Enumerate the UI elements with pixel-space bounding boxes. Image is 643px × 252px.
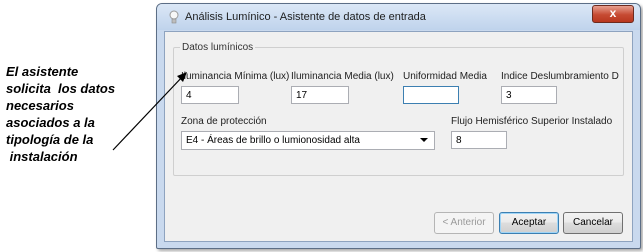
annotation-line: necesarios: [6, 98, 74, 113]
zona-proteccion-label: Zona de protección: [181, 116, 267, 127]
annotation-line: tipología de la: [6, 132, 94, 147]
iluminancia-minima-label: Iluminancia Mínima (lux): [181, 71, 290, 82]
annotation-line: instalación: [6, 149, 78, 164]
wizard-window: Análisis Lumínico - Asistente de datos d…: [156, 3, 641, 249]
uniformidad-media-label: Uniformidad Media: [403, 71, 487, 82]
annotation-line: El asistente: [6, 64, 79, 79]
lightbulb-icon: [169, 10, 179, 24]
uniformidad-media-input[interactable]: [403, 86, 459, 104]
iluminancia-minima-input[interactable]: 4: [181, 86, 239, 104]
anterior-button[interactable]: < Anterior: [434, 212, 494, 234]
annotation-line: asociados a la: [6, 115, 95, 130]
iluminancia-media-input[interactable]: 17: [291, 86, 349, 104]
window-title: Análisis Lumínico - Asistente de datos d…: [185, 11, 426, 23]
close-button[interactable]: x: [592, 5, 634, 23]
cancelar-button[interactable]: Cancelar: [563, 212, 623, 234]
annotation-text: El asistente solicita los datos necesari…: [6, 63, 156, 165]
dialog-body: Datos lumínicos Iluminancia Mínima (lux)…: [164, 31, 633, 242]
close-icon: x: [609, 6, 617, 20]
chevron-down-icon[interactable]: [420, 138, 428, 142]
zona-proteccion-select[interactable]: E4 - Áreas de brillo o lumionosidad alta: [181, 131, 435, 150]
datos-luminicos-group: Datos lumínicos Iluminancia Mínima (lux)…: [173, 42, 624, 176]
flujo-hemisferico-input[interactable]: 8: [451, 131, 507, 149]
iluminancia-media-label: Iluminancia Media (lux): [291, 71, 394, 82]
title-bar[interactable]: Análisis Lumínico - Asistente de datos d…: [157, 4, 640, 30]
flujo-hemisferico-label: Flujo Hemisférico Superior Instalado: [451, 116, 613, 127]
indice-deslumbramiento-label: Indice Deslumbramiento D: [501, 71, 619, 82]
group-legend: Datos lumínicos: [182, 42, 254, 53]
zona-proteccion-value: E4 - Áreas de brillo o lumionosidad alta: [186, 135, 360, 146]
annotation-line: solicita los datos: [6, 81, 116, 96]
aceptar-button[interactable]: Aceptar: [499, 212, 559, 234]
indice-deslumbramiento-input[interactable]: 3: [501, 86, 557, 104]
